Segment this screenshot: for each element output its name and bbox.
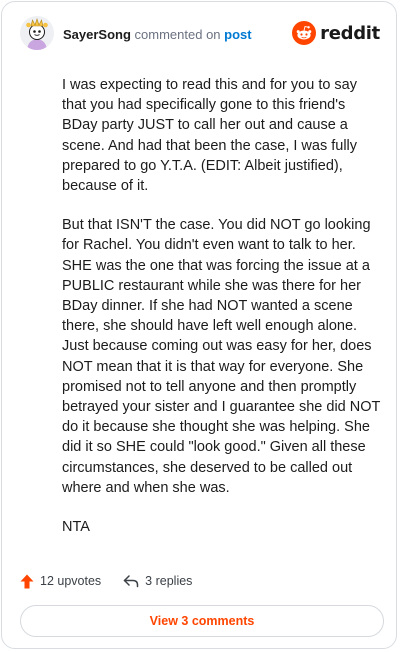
- comment-paragraph: But that ISN'T the case. You did NOT go …: [62, 217, 381, 496]
- comment-meta: SayerSong commented on post: [63, 27, 252, 43]
- comment-actions: 12 upvotes 3 replies: [20, 570, 214, 592]
- reply-count: 3 replies: [145, 574, 193, 588]
- reply-arrow-icon: [123, 575, 139, 588]
- reddit-logo-icon: [292, 21, 317, 45]
- comment-body: I was expecting to read this and for you…: [62, 75, 382, 556]
- username-link[interactable]: SayerSong: [63, 27, 131, 42]
- upvote-button[interactable]: 12 upvotes: [20, 574, 101, 589]
- snoo-avatar-icon: [20, 16, 54, 50]
- comment-paragraph: NTA: [62, 519, 90, 536]
- upvote-count: 12 upvotes: [40, 574, 102, 588]
- user-avatar[interactable]: [20, 16, 54, 50]
- comment-paragraph: I was expecting to read this and for you…: [62, 77, 358, 195]
- view-comments-button[interactable]: View 3 comments: [20, 605, 384, 637]
- reddit-logo[interactable]: reddit: [292, 20, 380, 46]
- comment-card: SayerSong commented on post reddit I was…: [1, 1, 397, 649]
- upvote-arrow-icon: [20, 574, 34, 588]
- post-link[interactable]: post: [224, 27, 251, 42]
- commented-on-text: commented on: [134, 27, 221, 42]
- comment-header: SayerSong commented on post reddit: [20, 16, 380, 52]
- replies-button[interactable]: 3 replies: [123, 574, 192, 588]
- reddit-wordmark: reddit: [320, 22, 380, 44]
